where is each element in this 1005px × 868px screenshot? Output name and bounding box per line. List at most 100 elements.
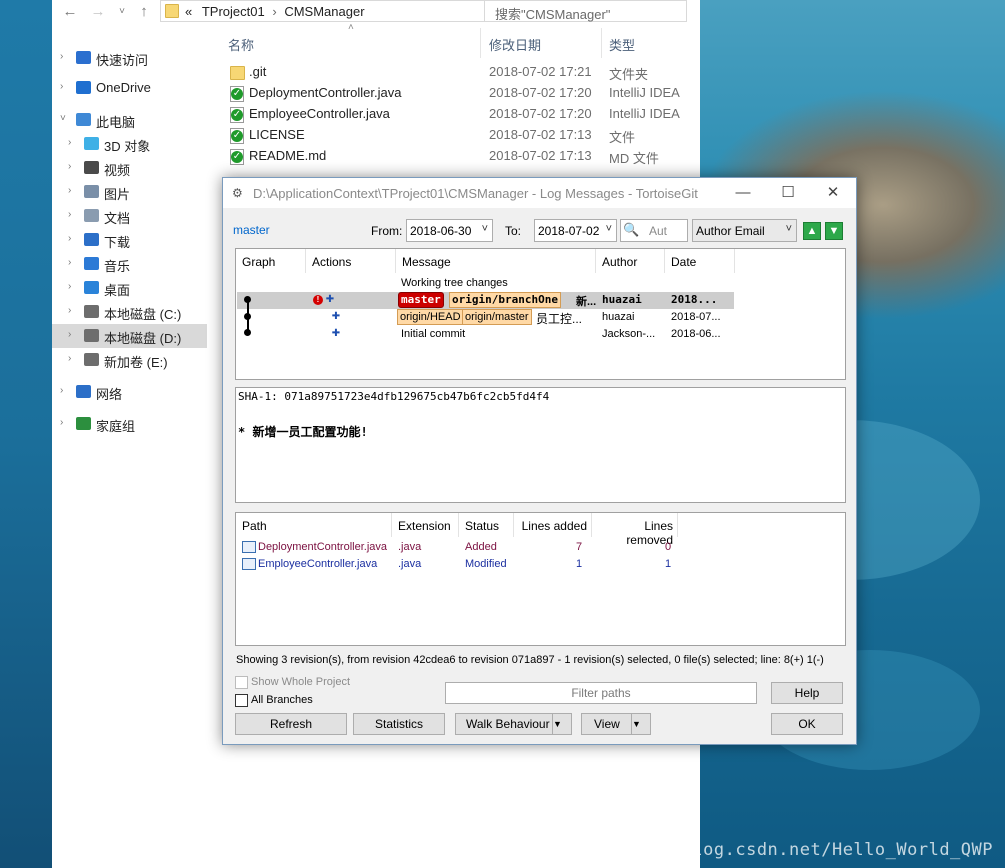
window-title: D:\ApplicationContext\TProject01\CMSMana… bbox=[253, 186, 698, 201]
column-path[interactable]: Path bbox=[236, 513, 392, 537]
chevron-right-icon[interactable]: › bbox=[60, 417, 63, 428]
column-type[interactable]: 类型 bbox=[609, 35, 635, 54]
help-button[interactable]: Help bbox=[771, 682, 843, 704]
branch-link[interactable]: master bbox=[233, 223, 270, 237]
dropdown-arrow-icon[interactable]: ▼ bbox=[552, 714, 571, 734]
statistics-button[interactable]: Statistics bbox=[353, 713, 445, 735]
sidebar-item[interactable]: › 视频 bbox=[52, 156, 207, 180]
tag-master: master bbox=[398, 292, 444, 308]
sidebar-item[interactable]: ˅ 此电脑 bbox=[52, 108, 207, 132]
all-branches-checkbox[interactable] bbox=[235, 694, 248, 707]
java-file-ok-icon bbox=[230, 86, 244, 102]
column-name[interactable]: 名称 bbox=[228, 35, 254, 54]
sidebar-item[interactable]: › 图片 bbox=[52, 180, 207, 204]
arrow-up-icon[interactable]: ▲ bbox=[803, 222, 821, 240]
music-icon bbox=[84, 257, 99, 270]
breadcrumb-item-cmsmanager[interactable]: CMSManager bbox=[284, 4, 364, 19]
file-row[interactable]: EmployeeController.java 2018-07-02 17:20 I… bbox=[228, 104, 698, 125]
column-author[interactable]: Author bbox=[596, 249, 665, 273]
walk-behaviour-label: Walk Behaviour bbox=[466, 717, 550, 731]
column-date[interactable]: Date bbox=[665, 249, 735, 273]
file-path[interactable]: EmployeeController.java bbox=[258, 558, 377, 570]
chevron-right-icon[interactable]: › bbox=[68, 281, 71, 292]
sidebar-item[interactable]: › 家庭组 bbox=[52, 412, 207, 436]
address-bar[interactable]: « TProject01 › CMSManager ˅ ↻ bbox=[160, 0, 528, 22]
log-row-message[interactable]: 员工控... bbox=[536, 310, 582, 327]
view-label: View bbox=[594, 717, 620, 731]
breadcrumb-item-tproject01[interactable]: TProject01 bbox=[202, 4, 265, 19]
commit-detail[interactable]: SHA-1: 071a89751723e4dfb129675cb47b6fc2c… bbox=[235, 387, 846, 503]
desktop-wallpaper-left bbox=[0, 0, 52, 868]
file-status: Added bbox=[465, 541, 497, 553]
column-status[interactable]: Status bbox=[459, 513, 514, 537]
sidebar-item[interactable]: › 本地磁盘 (C:) bbox=[52, 300, 207, 324]
log-search-input[interactable]: 🔍 Aut bbox=[620, 219, 688, 242]
chevron-right-icon[interactable]: › bbox=[68, 209, 71, 220]
sidebar-item[interactable]: › 快速访问 bbox=[52, 46, 207, 70]
sidebar-item[interactable]: › 3D 对象 bbox=[52, 132, 207, 156]
sidebar-item[interactable]: › 桌面 bbox=[52, 276, 207, 300]
sidebar-item[interactable]: › 网络 bbox=[52, 380, 207, 404]
back-arrow-icon[interactable]: ← bbox=[60, 2, 80, 22]
from-date-picker[interactable]: 2018-06-30 ˅ bbox=[406, 219, 493, 242]
java-file-ok-icon bbox=[230, 107, 244, 123]
close-icon[interactable]: ✕ bbox=[818, 182, 848, 204]
column-divider[interactable] bbox=[480, 28, 481, 58]
sidebar-item[interactable]: › 文档 bbox=[52, 204, 207, 228]
maximize-icon[interactable]: ☐ bbox=[773, 182, 803, 204]
file-type: 文件夹 bbox=[609, 67, 649, 82]
arrow-down-icon[interactable]: ▼ bbox=[825, 222, 843, 240]
sidebar-item-label: 本地磁盘 (D:) bbox=[104, 331, 182, 346]
file-row[interactable]: .git 2018-07-02 17:21 文件夹 bbox=[228, 62, 698, 83]
show-whole-project-checkbox[interactable] bbox=[235, 676, 248, 689]
forward-arrow-icon[interactable]: → bbox=[88, 2, 108, 22]
sidebar-item[interactable]: › 新加卷 (E:) bbox=[52, 348, 207, 372]
sidebar-item[interactable]: › 下载 bbox=[52, 228, 207, 252]
chevron-right-icon[interactable]: › bbox=[68, 329, 71, 340]
sidebar-item[interactable]: › 音乐 bbox=[52, 252, 207, 276]
sidebar-item[interactable]: › 本地磁盘 (D:) bbox=[52, 324, 207, 348]
search-input[interactable]: 搜索"CMSManager" bbox=[484, 0, 687, 22]
minimize-icon[interactable]: — bbox=[728, 182, 758, 204]
chevron-right-icon[interactable]: › bbox=[68, 137, 71, 148]
chevron-right-icon[interactable]: › bbox=[68, 257, 71, 268]
chevron-right-icon[interactable]: › bbox=[60, 51, 63, 62]
log-row-message[interactable]: Working tree changes bbox=[401, 277, 508, 289]
chevron-right-icon[interactable]: › bbox=[68, 233, 71, 244]
column-message[interactable]: Message bbox=[396, 249, 596, 273]
chevron-right-icon[interactable]: › bbox=[68, 161, 71, 172]
file-row[interactable]: LICENSE 2018-07-02 17:13 文件 bbox=[228, 125, 698, 146]
refresh-button[interactable]: Refresh bbox=[235, 713, 347, 735]
column-graph[interactable]: Graph bbox=[236, 249, 306, 273]
file-path[interactable]: DeploymentController.java bbox=[258, 541, 387, 553]
recent-chevron-down-icon[interactable]: ˅ bbox=[112, 2, 132, 22]
column-lines-removed[interactable]: Lines removed bbox=[592, 513, 678, 547]
column-divider[interactable] bbox=[601, 28, 602, 58]
chevron-right-icon[interactable]: › bbox=[60, 81, 63, 92]
breadcrumb-overflow[interactable]: « bbox=[185, 4, 192, 19]
column-actions[interactable]: Actions bbox=[306, 249, 396, 273]
chevron-down-icon[interactable]: ˅ bbox=[60, 113, 66, 124]
chevron-right-icon[interactable]: › bbox=[60, 385, 63, 396]
filter-field-dropdown[interactable]: Author Email ˅ bbox=[692, 219, 797, 242]
log-row-message[interactable]: Initial commit bbox=[401, 328, 465, 340]
dropdown-arrow-icon[interactable]: ▼ bbox=[631, 714, 650, 734]
up-arrow-icon[interactable]: ↑ bbox=[134, 2, 154, 22]
ok-button[interactable]: OK bbox=[771, 713, 843, 735]
file-lines-added: 7 bbox=[576, 541, 583, 553]
chevron-right-icon[interactable]: › bbox=[68, 305, 71, 316]
graph-commit-dot bbox=[244, 329, 251, 336]
walk-behaviour-button[interactable]: Walk Behaviour ▼ bbox=[455, 713, 572, 735]
file-row[interactable]: DeploymentController.java 2018-07-02 17:2… bbox=[228, 83, 698, 104]
file-row[interactable]: README.md 2018-07-02 17:13 MD 文件 bbox=[228, 146, 698, 167]
sidebar-item[interactable]: › OneDrive bbox=[52, 76, 207, 100]
column-lines-added[interactable]: Lines added bbox=[514, 513, 592, 537]
log-row-author: Jackson-... bbox=[602, 328, 656, 340]
column-extension[interactable]: Extension bbox=[392, 513, 459, 537]
view-button[interactable]: View ▼ bbox=[581, 713, 651, 735]
to-date-picker[interactable]: 2018-07-02 ˅ bbox=[534, 219, 617, 242]
column-date[interactable]: 修改日期 bbox=[489, 35, 541, 54]
chevron-right-icon[interactable]: › bbox=[68, 353, 71, 364]
filter-paths-input[interactable]: Filter paths bbox=[445, 682, 757, 704]
chevron-right-icon[interactable]: › bbox=[68, 185, 71, 196]
